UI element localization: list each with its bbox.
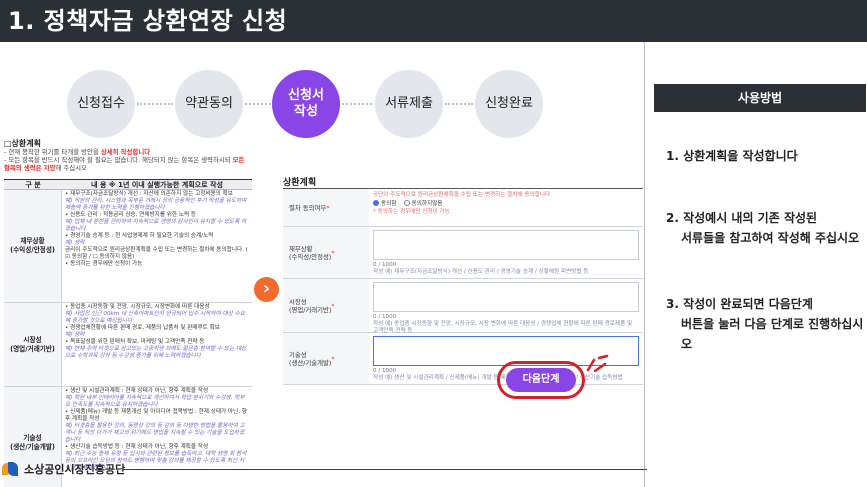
org-logo-icon	[2, 461, 18, 477]
row-label: 시장성 (영업/거래기반)	[4, 303, 62, 386]
field-label: 기술성 (생산/기술개발) *	[283, 333, 369, 384]
consent-text: 공단이 주도적으로 원리금상환계획을 수립 또는 변경하는 절차에 동의합니다.	[373, 192, 552, 198]
consent-no-radio[interactable]: 동의하지않음	[403, 200, 442, 207]
finance-field-wrap: 0 / 1000 작성 예) 재무구조(자금조달방식) 개선 / 신용도 관리 …	[369, 227, 643, 278]
form-row-consent: 절차 동의여부 * 공단이 주도적으로 원리금상환계획을 수립 또는 변경하는 절…	[283, 189, 643, 227]
row-content: • 동업종 시장동향 및 전망, 시장규모, 시장변화에 따른 대응성 예) 사…	[65, 304, 247, 359]
doc-note-1: - 현재 봉착한 위기를 타개할 방안을 상세히 작성합니다	[4, 148, 151, 156]
step-label: 약관동의	[185, 96, 233, 111]
footer: 소상공인시장진흥공단	[2, 459, 125, 479]
field-label: 시장성 (영업/거래기반) *	[283, 279, 369, 332]
step-5: 신청완료	[475, 70, 543, 138]
doc-heading: □상환계획	[4, 139, 41, 148]
usage-header: 사용방법	[654, 84, 866, 112]
example-document: □상환계획 - 현재 봉착한 위기를 타개할 방안을 상세히 작성합니다 - 모…	[4, 139, 252, 487]
radio-checked-icon	[373, 200, 379, 206]
field-label: 절차 동의여부 *	[283, 189, 369, 226]
step-connector	[245, 103, 271, 105]
char-count: 0 / 1000	[373, 262, 397, 268]
page-title: 1. 정책자금 상환연장 신청	[8, 7, 288, 35]
table-row: 시장성 (영업/거래기반) • 동업종 시장동향 및 전망, 시장규모, 시장변…	[4, 303, 252, 387]
row-label: 재무상황 (수익성/안정성)	[4, 190, 62, 302]
row-content: • 재무구조(자금조달방식) 개선 : 자산에 의존하지 않는 고정비용의 확보…	[65, 191, 248, 267]
field-hint: 작성 예) 재무구조(자금조달방식) 개선 / 신용도 관리 / 경영기술 승계…	[373, 269, 589, 275]
usage-item-2: 2. 작성예시 내의 기존 작성된 서류들을 참고하여 작성해 주십시오	[666, 211, 860, 245]
usage-item-1: 1. 상환계획을 작성합니다	[666, 149, 798, 163]
step-progress: 신청접수 약관동의 신청서 작성 서류제출 신청완료	[0, 70, 610, 140]
step-3-active: 신청서 작성	[272, 70, 340, 138]
step-4: 서류제출	[375, 70, 443, 138]
finance-textarea[interactable]	[373, 230, 639, 260]
char-count: 0 / 1000	[373, 314, 397, 320]
consent-yes-radio[interactable]: 동의함	[373, 200, 396, 207]
table-header: 구 분 내 용 ※ 1년 이내 실행가능한 계획으로 작성	[4, 180, 252, 190]
market-textarea[interactable]	[373, 282, 639, 312]
next-step-button[interactable]: 다음단계	[506, 368, 576, 392]
step-2: 약관동의	[175, 70, 243, 138]
step-label: 서류제출	[385, 96, 433, 111]
doc-note-2: - 모든 항목을 반드시 작성해야 할 필요는 없습니다. 해당되지 않는 항목…	[4, 156, 245, 172]
usage-item-3: 3. 작성이 완료되면 다음단계 버튼을 눌러 다음 단계로 진행하십시오	[666, 297, 864, 351]
table-row: 재무상황 (수익성/안정성) • 재무구조(자금조달방식) 개선 : 자산에 의…	[4, 190, 252, 303]
step-connector	[342, 103, 372, 105]
step-connector	[137, 103, 173, 105]
radio-unchecked-icon	[403, 200, 410, 206]
chevron-right-icon: ›	[254, 277, 279, 302]
footer-divider	[122, 469, 647, 470]
field-label: 재무상황 (수익성/안정성) *	[283, 227, 369, 278]
consent-content: 공단이 주도적으로 원리금상환계획을 수립 또는 변경하는 절차에 동의합니다.…	[369, 189, 643, 226]
form-row-market: 시장성 (영업/거래기반) * 0 / 1000 작성 예) 동업종 시장동향 및…	[283, 279, 643, 334]
step-label: 신청서 작성	[288, 88, 324, 119]
step-label: 신청완료	[485, 96, 533, 111]
step-1: 신청접수	[67, 70, 135, 138]
market-field-wrap: 0 / 1000 작성 예) 동업종 시장동향 및 전망, 시장규모, 시장 변…	[369, 279, 643, 334]
vertical-divider	[644, 42, 645, 487]
consent-note: * 동의하는 경우에만 신청이 가능	[373, 208, 450, 215]
step-connector	[445, 103, 473, 105]
org-name: 소상공인시장진흥공단	[24, 463, 126, 476]
form-title: 상환계획	[283, 178, 317, 188]
sparkle-icon	[586, 354, 609, 372]
example-table: 구 분 내 용 ※ 1년 이내 실행가능한 계획으로 작성 재무상황 (수익성/…	[4, 179, 252, 487]
step-label: 신청접수	[77, 96, 125, 111]
title-bar: 1. 정책자금 상환연장 신청	[0, 0, 867, 42]
form-row-finance: 재무상황 (수익성/안정성) * 0 / 1000 작성 예) 재무구조(자금조달…	[283, 227, 643, 279]
